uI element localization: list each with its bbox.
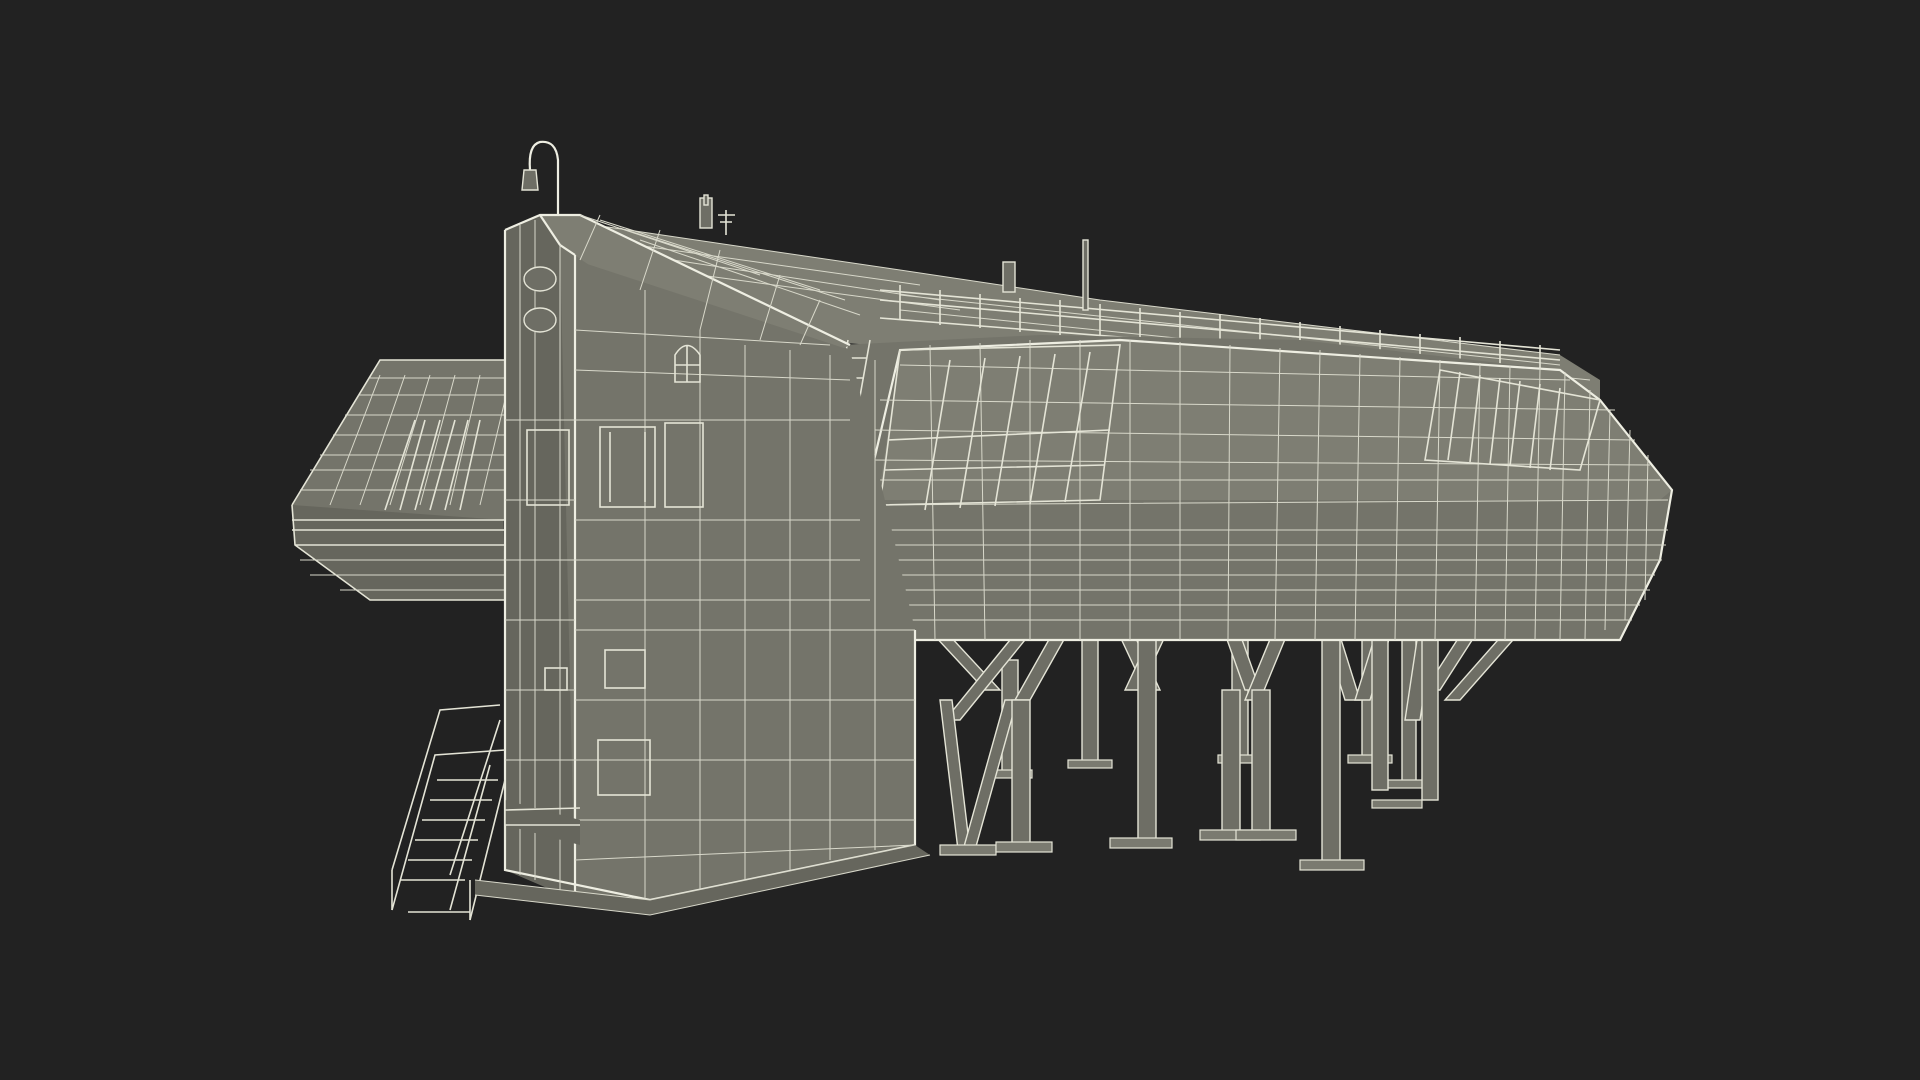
back-legs	[987, 639, 1433, 789]
right-wing-pod	[840, 335, 1674, 642]
station-model	[291, 140, 1674, 921]
antenna-icon	[699, 194, 735, 235]
render-viewport	[0, 0, 1920, 1080]
lamp-icon	[521, 140, 560, 215]
support-structure	[918, 614, 1537, 871]
left-wing-pod	[291, 359, 506, 601]
